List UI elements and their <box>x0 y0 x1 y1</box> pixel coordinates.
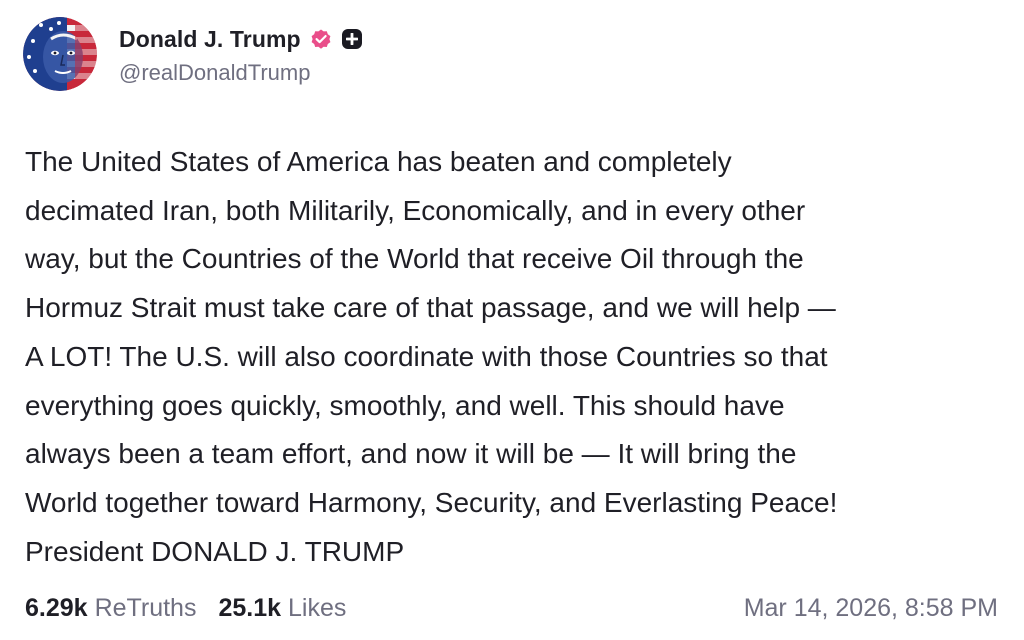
post-text-line: A LOT! The U.S. will also coordinate wit… <box>25 340 828 372</box>
retruths-label: ReTruths <box>94 593 197 622</box>
flag-portrait-avatar-icon <box>23 17 97 91</box>
post-text-line: always been a team effort, and now it wi… <box>25 438 797 470</box>
author-handle[interactable]: @realDonaldTrump <box>119 60 363 86</box>
post-header: Donald J. Trump @realDonaldTrump <box>23 16 363 92</box>
post-text-line: Hormuz Strait must take care of that pas… <box>25 292 836 324</box>
post-text-line: The United States of America has beaten … <box>25 146 732 177</box>
likes-stat[interactable]: 25.1k Likes <box>218 594 346 623</box>
likes-label: Likes <box>288 593 347 622</box>
avatar[interactable] <box>23 17 97 91</box>
author-name-row: Donald J. Trump <box>119 22 363 56</box>
post-footer: 6.29k ReTruths 25.1k Likes Mar 14, 2026,… <box>25 588 998 628</box>
post-timestamp[interactable]: Mar 14, 2026, 8:58 PM <box>744 594 998 623</box>
post-text-line: World together toward Harmony, Security,… <box>25 486 838 518</box>
post-text-line: President DONALD J. TRUMP <box>25 535 405 567</box>
author-display-name[interactable]: Donald J. Trump <box>119 26 301 53</box>
post-text-line: everything goes quickly, smoothly, and w… <box>25 389 785 421</box>
author-names: Donald J. Trump @realDonaldTrump <box>119 22 363 86</box>
likes-count: 25.1k <box>218 593 282 622</box>
retruths-stat[interactable]: 6.29k ReTruths <box>25 594 196 623</box>
truth-post: Donald J. Trump @realDonaldTrump The Uni… <box>0 0 1024 640</box>
plus-badge-icon <box>341 28 363 50</box>
post-body: The United States of America has beaten … <box>25 138 1010 576</box>
retruths-count: 6.29k <box>25 593 88 622</box>
verified-badge-icon <box>309 27 333 51</box>
post-text-line: way, but the Countries of the World that… <box>25 243 804 275</box>
post-text-line: decimated Iran, both Militarily, Economi… <box>25 194 806 226</box>
